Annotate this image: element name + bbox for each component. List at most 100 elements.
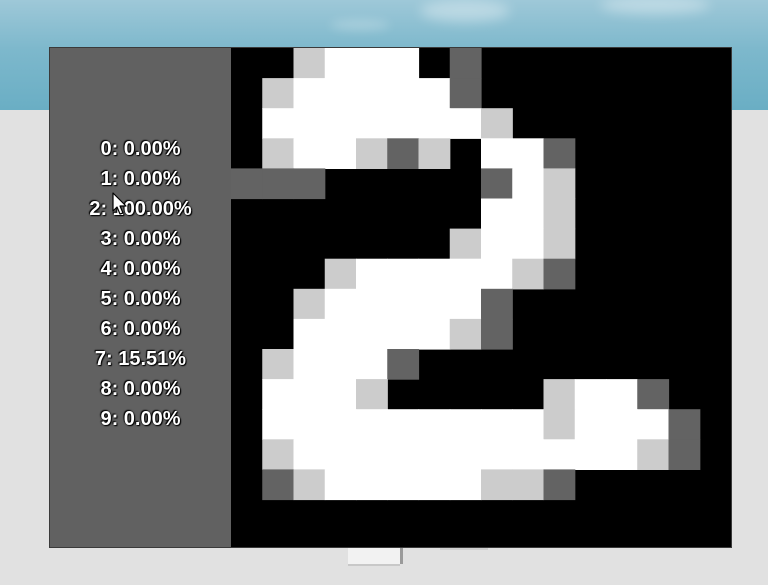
pixel-cell[interactable] bbox=[356, 108, 388, 139]
pixel-cell[interactable] bbox=[231, 168, 263, 200]
pixel-cell[interactable] bbox=[418, 138, 451, 169]
pixel-cell[interactable] bbox=[449, 318, 482, 350]
pixel-cell[interactable] bbox=[574, 379, 607, 410]
pixel-cell[interactable] bbox=[324, 48, 357, 79]
pixel-cell[interactable] bbox=[512, 258, 545, 290]
pixel-cell[interactable] bbox=[418, 288, 451, 320]
pixel-cell[interactable] bbox=[418, 108, 451, 139]
pixel-cell[interactable] bbox=[293, 439, 326, 470]
pixel-cell[interactable] bbox=[387, 138, 420, 169]
pixel-cell[interactable] bbox=[418, 78, 451, 109]
pixel-cell[interactable] bbox=[387, 409, 420, 440]
pixel-cell[interactable] bbox=[387, 48, 420, 79]
pixel-cell[interactable] bbox=[324, 349, 357, 380]
pixel-cell[interactable] bbox=[356, 78, 388, 109]
pixel-cell[interactable] bbox=[449, 288, 482, 320]
pixel-cell[interactable] bbox=[262, 108, 295, 139]
pixel-cell[interactable] bbox=[543, 469, 576, 501]
pixel-cell[interactable] bbox=[262, 168, 295, 200]
pixel-cell[interactable] bbox=[449, 439, 482, 470]
pixel-cell[interactable] bbox=[293, 48, 326, 79]
pixel-cell[interactable] bbox=[543, 138, 576, 169]
pixel-cell[interactable] bbox=[449, 469, 482, 501]
pixel-cell[interactable] bbox=[481, 469, 513, 501]
pixel-cell[interactable] bbox=[356, 439, 388, 470]
pixel-cell[interactable] bbox=[481, 318, 513, 350]
pixel-cell[interactable] bbox=[606, 439, 638, 470]
pixel-cell[interactable] bbox=[356, 288, 388, 320]
pixel-cell[interactable] bbox=[262, 78, 295, 109]
pixel-cell[interactable] bbox=[356, 138, 388, 169]
pixel-cell[interactable] bbox=[449, 78, 482, 109]
pixel-cell[interactable] bbox=[637, 379, 670, 410]
pixel-cell[interactable] bbox=[387, 288, 420, 320]
pixel-cell[interactable] bbox=[262, 349, 295, 380]
pixel-cell[interactable] bbox=[387, 318, 420, 350]
pixel-cell[interactable] bbox=[293, 288, 326, 320]
pixel-cell[interactable] bbox=[262, 439, 295, 470]
pixel-cell[interactable] bbox=[356, 379, 388, 410]
pixel-cell[interactable] bbox=[512, 138, 545, 169]
pixel-cell[interactable] bbox=[356, 48, 388, 79]
pixel-cell[interactable] bbox=[449, 409, 482, 440]
pixel-cell[interactable] bbox=[481, 409, 513, 440]
pixel-cell[interactable] bbox=[324, 469, 357, 501]
pixel-cell[interactable] bbox=[324, 318, 357, 350]
pixel-cell[interactable] bbox=[293, 469, 326, 501]
pixel-cell[interactable] bbox=[324, 379, 357, 410]
pixel-cell[interactable] bbox=[387, 78, 420, 109]
pixel-cell[interactable] bbox=[512, 409, 545, 440]
pixel-cell[interactable] bbox=[418, 439, 451, 470]
pixel-cell[interactable] bbox=[324, 108, 357, 139]
pixel-cell[interactable] bbox=[262, 409, 295, 440]
pixel-cell[interactable] bbox=[668, 439, 701, 470]
pixel-cell[interactable] bbox=[262, 469, 295, 501]
pixel-cell[interactable] bbox=[356, 469, 388, 501]
pixel-cell[interactable] bbox=[449, 108, 482, 139]
pixel-cell[interactable] bbox=[543, 228, 576, 260]
pixel-cell[interactable] bbox=[387, 439, 420, 470]
pixel-cell[interactable] bbox=[512, 198, 545, 230]
pixel-cell[interactable] bbox=[512, 228, 545, 260]
pixel-cell[interactable] bbox=[418, 318, 451, 350]
pixel-cell[interactable] bbox=[356, 349, 388, 380]
pixel-cell[interactable] bbox=[449, 48, 482, 79]
pixel-cell[interactable] bbox=[356, 409, 388, 440]
pixel-cell[interactable] bbox=[418, 409, 451, 440]
pixel-cell[interactable] bbox=[324, 288, 357, 320]
pixel-grid[interactable] bbox=[231, 48, 731, 547]
pixel-cell[interactable] bbox=[481, 228, 513, 260]
pixel-cell[interactable] bbox=[293, 318, 326, 350]
pixel-cell[interactable] bbox=[293, 349, 326, 380]
pixel-cell[interactable] bbox=[262, 379, 295, 410]
pixel-cell[interactable] bbox=[449, 258, 482, 290]
pixel-cell[interactable] bbox=[387, 258, 420, 290]
pixel-cell[interactable] bbox=[481, 108, 513, 139]
pixel-cell[interactable] bbox=[512, 439, 545, 470]
pixel-cell[interactable] bbox=[387, 469, 420, 501]
pixel-cell[interactable] bbox=[543, 409, 576, 440]
pixel-cell[interactable] bbox=[543, 258, 576, 290]
pixel-cell[interactable] bbox=[293, 108, 326, 139]
pixel-cell[interactable] bbox=[324, 138, 357, 169]
pixel-cell[interactable] bbox=[574, 409, 607, 440]
pixel-cell[interactable] bbox=[356, 318, 388, 350]
pixel-cell[interactable] bbox=[293, 78, 326, 109]
pixel-cell[interactable] bbox=[324, 78, 357, 109]
pixel-cell[interactable] bbox=[418, 469, 451, 501]
pixel-cell[interactable] bbox=[606, 409, 638, 440]
pixel-cell[interactable] bbox=[293, 168, 326, 200]
pixel-cell[interactable] bbox=[606, 379, 638, 410]
pixel-cell[interactable] bbox=[481, 198, 513, 230]
pixel-cell[interactable] bbox=[543, 439, 576, 470]
pixel-cell[interactable] bbox=[543, 379, 576, 410]
pixel-cell[interactable] bbox=[324, 439, 357, 470]
pixel-cell[interactable] bbox=[543, 168, 576, 200]
pixel-cell[interactable] bbox=[387, 349, 420, 380]
pixel-cell[interactable] bbox=[481, 168, 513, 200]
pixel-cell[interactable] bbox=[293, 379, 326, 410]
pixel-cell[interactable] bbox=[324, 409, 357, 440]
pixel-cell[interactable] bbox=[418, 258, 451, 290]
pixel-cell[interactable] bbox=[512, 469, 545, 501]
pixel-cell[interactable] bbox=[574, 439, 607, 470]
